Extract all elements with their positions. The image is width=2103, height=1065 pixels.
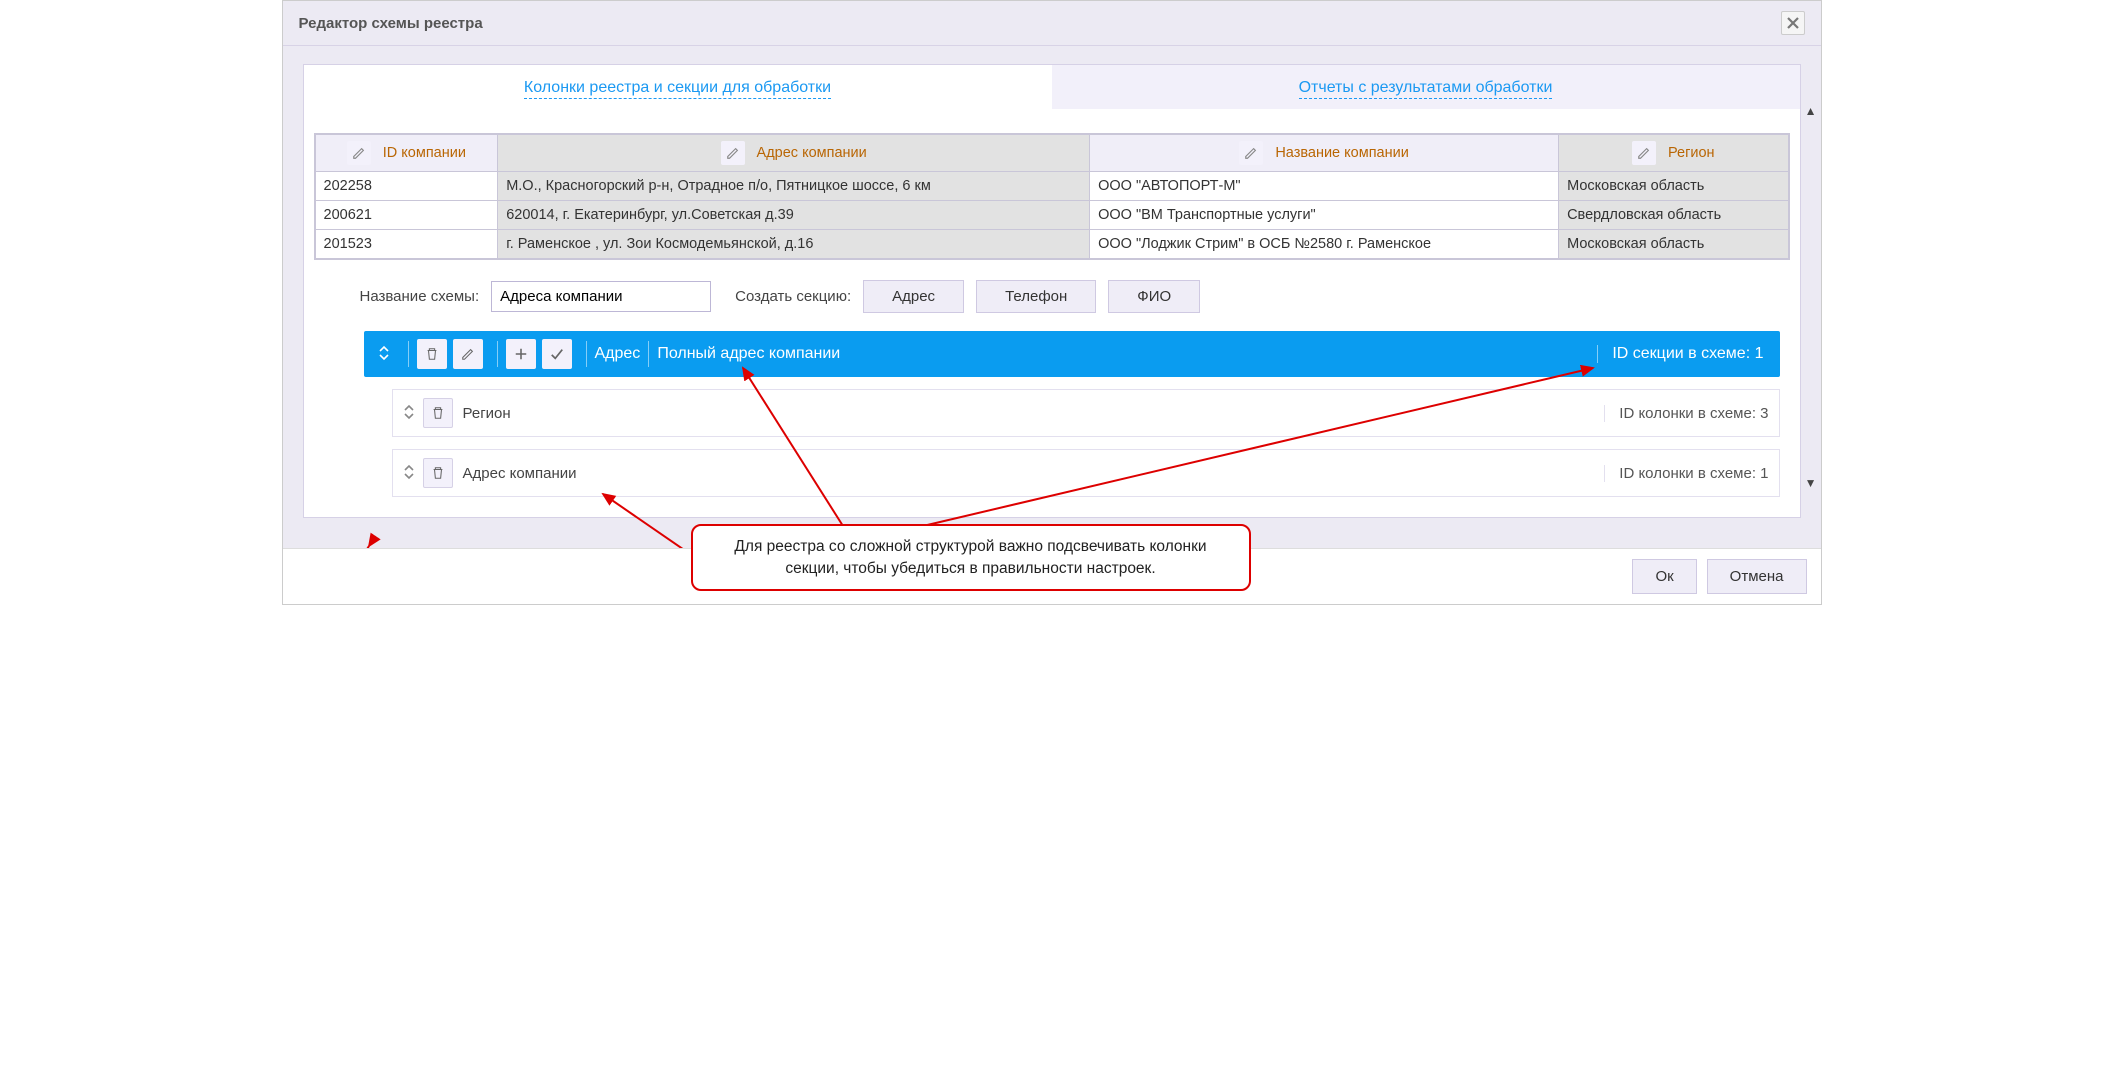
column-delete-button[interactable] (423, 458, 453, 488)
section-id-label: ID секции в схеме: 1 (1597, 345, 1769, 363)
cell: ООО "АВТОПОРТ-М" (1090, 172, 1559, 201)
annotation-text: Для реестра со сложной структурой важно … (734, 538, 1206, 577)
section-bar: Адрес Полный адрес компании ID секции в … (364, 331, 1780, 377)
scroll-up-indicator[interactable]: ▲ (1805, 104, 1817, 118)
create-section-label: Создать секцию: (735, 288, 851, 305)
cell: Московская область (1559, 230, 1789, 260)
column-sort-handle[interactable] (403, 464, 415, 483)
scheme-form-row: Название схемы: Создать секцию: Адрес Те… (360, 280, 1780, 313)
cell: М.О., Красногорский р-н, Отрадное п/о, П… (498, 172, 1090, 201)
section-column-row: Регион ID колонки в схеме: 3 (392, 389, 1780, 437)
col-header-address-label: Адрес компании (757, 145, 867, 161)
tab-reports-label: Отчеты с результатами обработки (1299, 79, 1553, 99)
scroll-down-indicator[interactable]: ▼ (1805, 476, 1817, 490)
create-section-phone-button[interactable]: Телефон (976, 280, 1096, 313)
tab-columns[interactable]: Колонки реестра и секции для обработки (304, 65, 1052, 109)
close-icon (1786, 16, 1800, 30)
section-type-label: Адрес (595, 345, 641, 363)
tabs: Колонки реестра и секции для обработки О… (304, 65, 1800, 109)
edit-col-name[interactable] (1239, 141, 1263, 165)
sort-icon (403, 404, 415, 420)
column-meta: ID колонки в схеме: 1 (1604, 465, 1768, 482)
dialog-header: Редактор схемы реестра (283, 1, 1821, 46)
dialog: Редактор схемы реестра ▲ Колонки реестра… (282, 0, 1822, 605)
cell: Свердловская область (1559, 201, 1789, 230)
col-header-region[interactable]: Регион (1559, 134, 1789, 172)
dialog-body: ▲ Колонки реестра и секции для обработки… (283, 46, 1821, 548)
cell: Московская область (1559, 172, 1789, 201)
check-icon (550, 347, 564, 361)
pencil-icon (1637, 146, 1651, 160)
col-header-id-label: ID компании (383, 145, 466, 161)
section-delete-button[interactable] (417, 339, 447, 369)
cell: г. Раменское , ул. Зои Космодемьянской, … (498, 230, 1090, 260)
cell: 620014, г. Екатеринбург, ул.Советская д.… (498, 201, 1090, 230)
tab-columns-label: Колонки реестра и секции для обработки (524, 79, 831, 99)
section-column-row: Адрес компании ID колонки в схеме: 1 (392, 449, 1780, 497)
pencil-icon (726, 146, 740, 160)
table-row: 200621 620014, г. Екатеринбург, ул.Совет… (315, 201, 1789, 230)
create-section-fio-button[interactable]: ФИО (1108, 280, 1200, 313)
col-header-region-label: Регион (1668, 145, 1715, 161)
preview-grid: ID компании Адрес компании (314, 133, 1790, 260)
col-header-name-label: Название компании (1275, 145, 1409, 161)
edit-col-region[interactable] (1632, 141, 1656, 165)
edit-col-id[interactable] (347, 141, 371, 165)
section-sort-handle[interactable] (374, 345, 394, 364)
scheme-name-label: Название схемы: (360, 288, 480, 305)
section-edit-button[interactable] (453, 339, 483, 369)
column-meta: ID колонки в схеме: 3 (1604, 405, 1768, 422)
column-delete-button[interactable] (423, 398, 453, 428)
pencil-icon (1244, 146, 1258, 160)
cancel-button[interactable]: Отмена (1707, 559, 1807, 594)
sort-icon (378, 345, 390, 361)
col-header-id[interactable]: ID компании (315, 134, 498, 172)
cell: 202258 (315, 172, 498, 201)
pencil-icon (461, 347, 475, 361)
annotation-callout: Для реестра со сложной структурой важно … (691, 524, 1251, 591)
cell: ООО "ВМ Транспортные услуги" (1090, 201, 1559, 230)
pencil-icon (352, 146, 366, 160)
section-title: Полный адрес компании (657, 345, 840, 363)
main-panel: Колонки реестра и секции для обработки О… (303, 64, 1801, 518)
edit-col-address[interactable] (721, 141, 745, 165)
plus-icon (514, 347, 528, 361)
table-row: 202258 М.О., Красногорский р-н, Отрадное… (315, 172, 1789, 201)
cell: 200621 (315, 201, 498, 230)
column-name: Адрес компании (463, 465, 577, 482)
col-header-name[interactable]: Название компании (1090, 134, 1559, 172)
cell: ООО "Лоджик Стрим" в ОСБ №2580 г. Раменс… (1090, 230, 1559, 260)
scheme-name-input[interactable] (491, 281, 711, 312)
cell: 201523 (315, 230, 498, 260)
create-section-address-button[interactable]: Адрес (863, 280, 964, 313)
trash-icon (431, 406, 445, 420)
trash-icon (425, 347, 439, 361)
column-name: Регион (463, 405, 511, 422)
table-row: 201523 г. Раменское , ул. Зои Космодемья… (315, 230, 1789, 260)
section-add-button[interactable] (506, 339, 536, 369)
ok-button[interactable]: Ок (1632, 559, 1696, 594)
tab-reports[interactable]: Отчеты с результатами обработки (1052, 65, 1800, 109)
sort-icon (403, 464, 415, 480)
col-header-address[interactable]: Адрес компании (498, 134, 1090, 172)
dialog-title: Редактор схемы реестра (299, 15, 483, 32)
column-sort-handle[interactable] (403, 404, 415, 423)
section-highlight-button[interactable] (542, 339, 572, 369)
close-button[interactable] (1781, 11, 1805, 35)
trash-icon (431, 466, 445, 480)
